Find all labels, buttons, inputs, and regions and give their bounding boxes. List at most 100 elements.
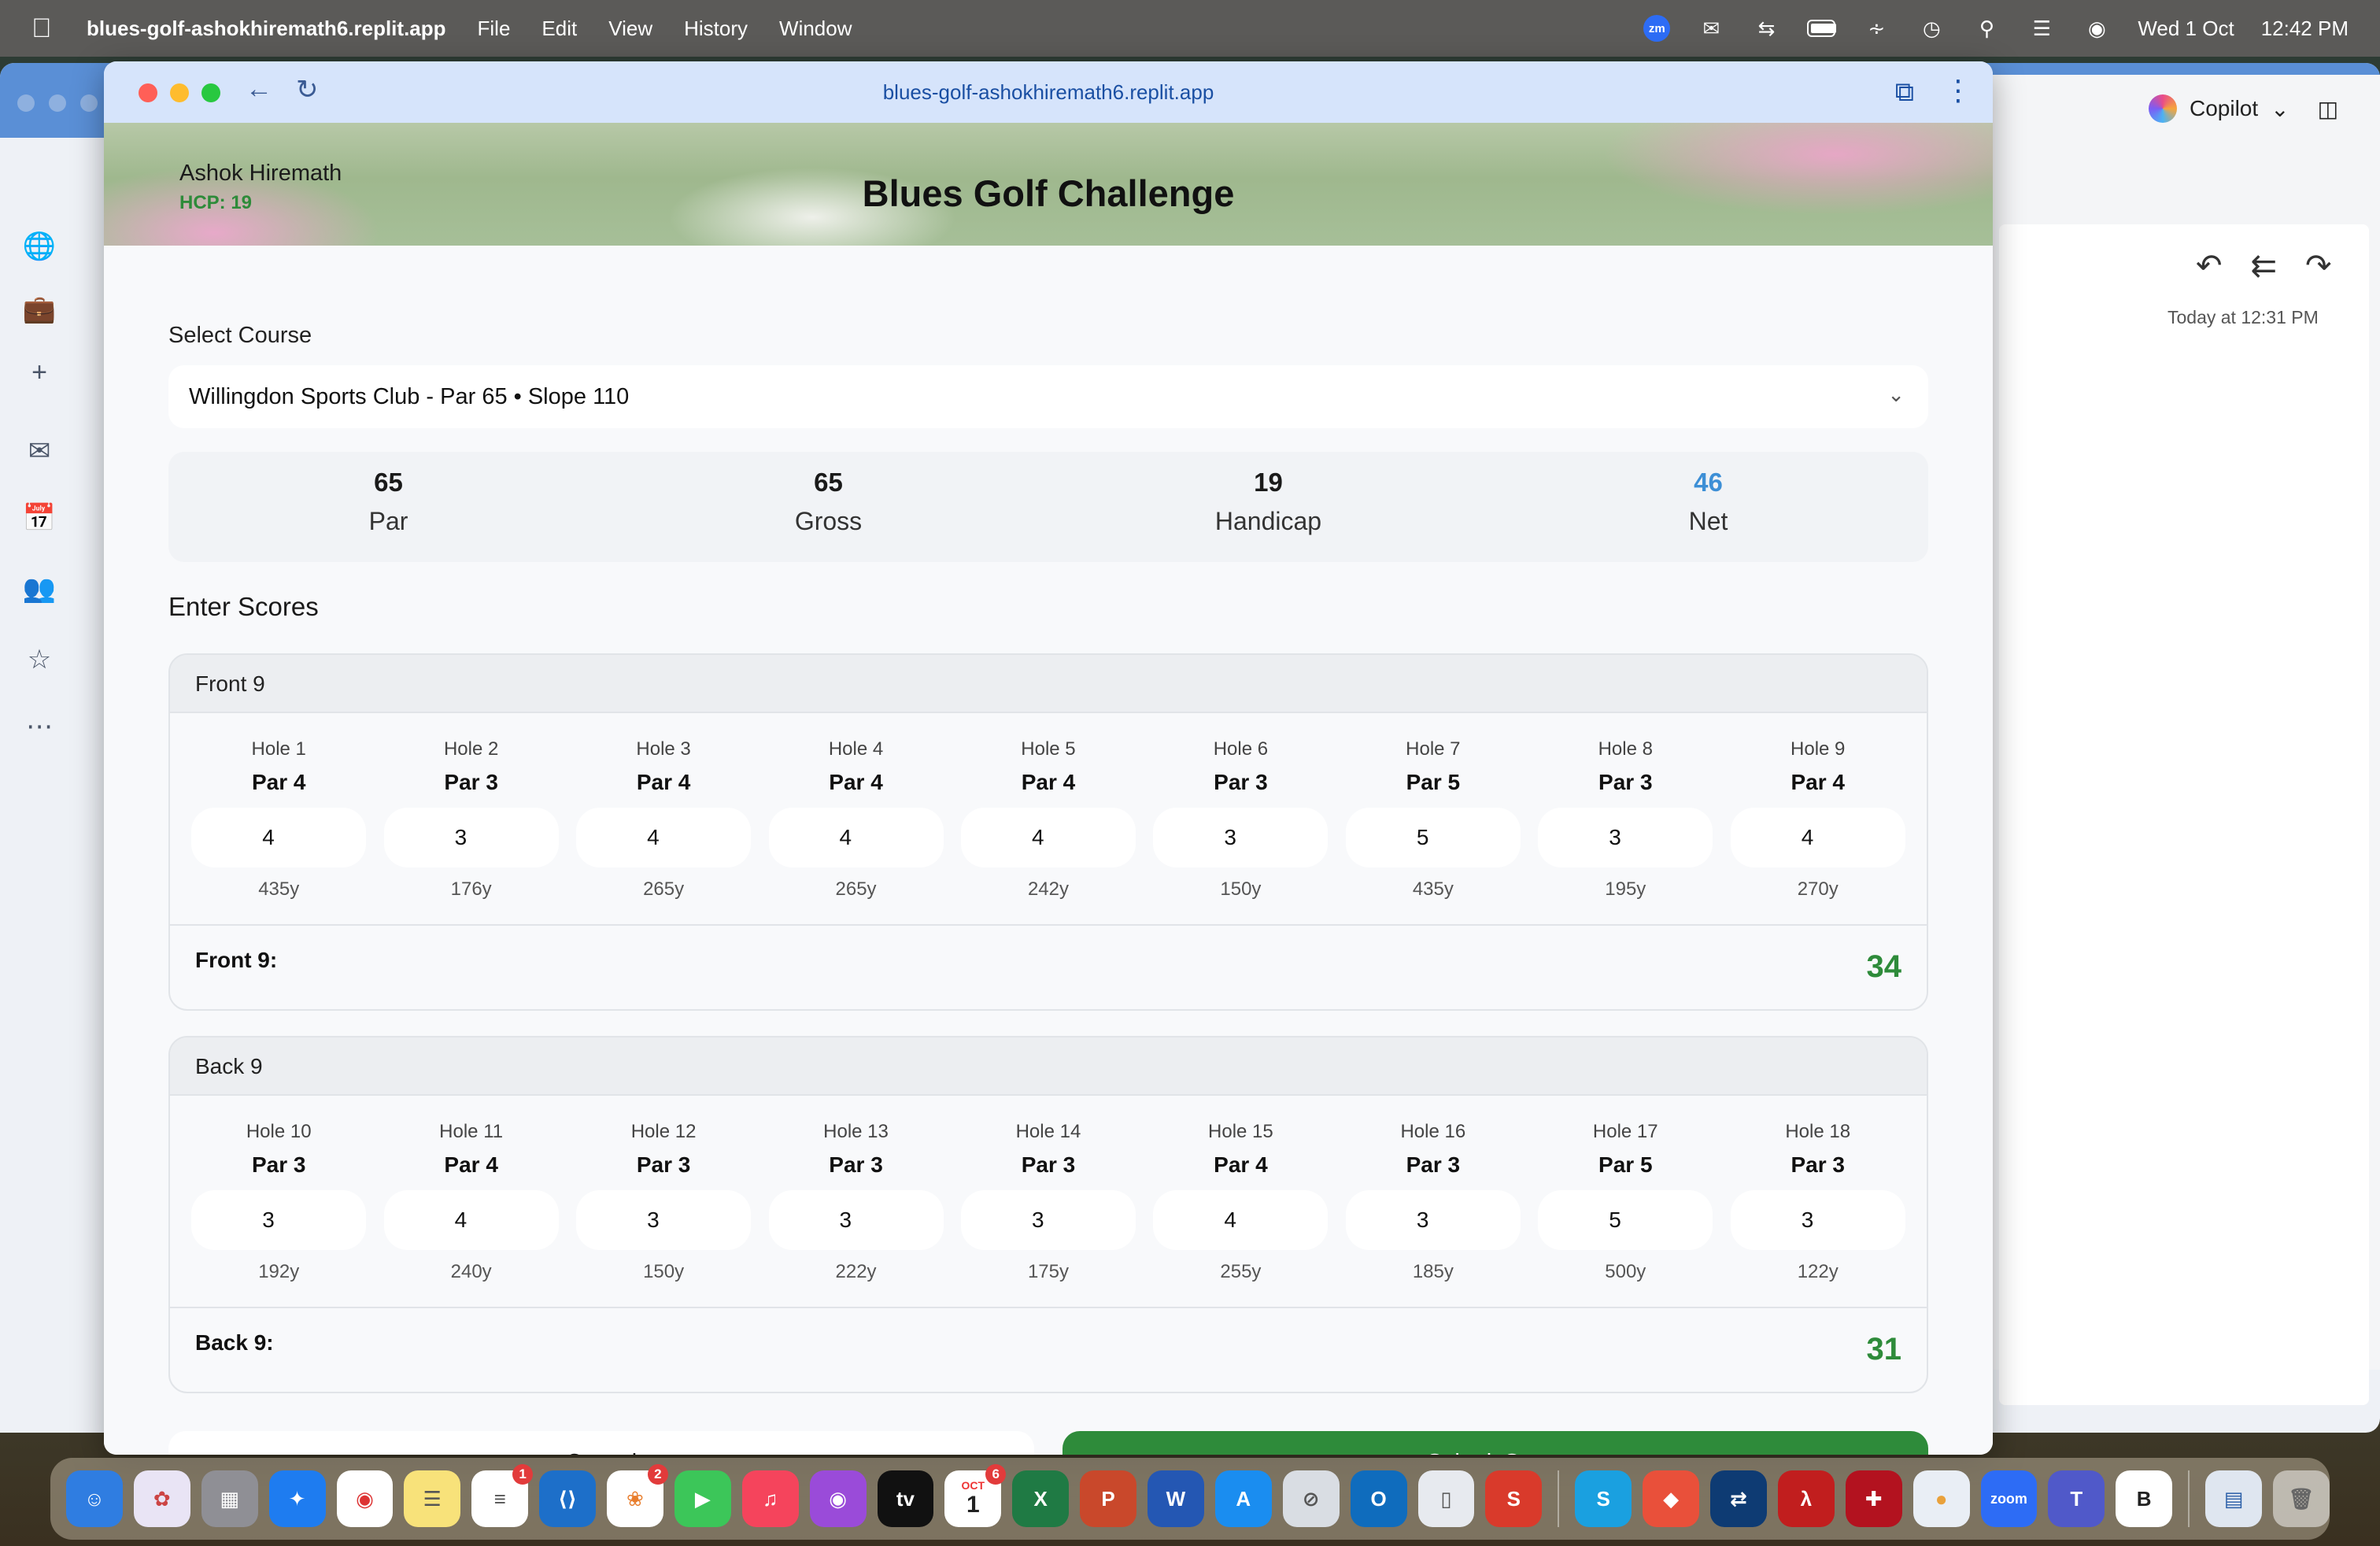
trash-icon[interactable]: 🗑 xyxy=(2273,1470,2330,1527)
wifi-icon[interactable]: ∻ xyxy=(1862,17,1890,40)
more-icon[interactable]: ⋯ xyxy=(17,705,61,749)
safari-icon[interactable]: ✦ xyxy=(268,1470,326,1527)
skype-icon[interactable]: S xyxy=(1575,1470,1632,1527)
hole-name: Hole 1 xyxy=(251,738,306,760)
photos-icon[interactable]: ❀ 2 xyxy=(607,1464,668,1527)
hole-par: Par 5 xyxy=(1598,1152,1653,1177)
hole-yardage: 270y xyxy=(1797,878,1839,900)
window-preview-icon[interactable]: ▤ xyxy=(2205,1470,2262,1527)
facetime-icon[interactable]: ▶ xyxy=(674,1470,731,1527)
add-icon[interactable]: + xyxy=(17,350,61,394)
course-select[interactable]: Willingdon Sports Club - Par 65 • Slope … xyxy=(168,365,1928,428)
menu-file[interactable]: File xyxy=(478,17,511,41)
dock-separator xyxy=(1558,1470,1560,1527)
address-bar[interactable]: blues-golf-ashokhiremath6.replit.app xyxy=(104,80,1993,105)
hole-score-input[interactable]: 4 xyxy=(383,1190,559,1250)
launchpad-icon[interactable]: ▦ xyxy=(201,1470,258,1527)
apple-tv-icon[interactable]: tv xyxy=(877,1470,934,1527)
hole-score-input[interactable]: 3 xyxy=(1345,1190,1521,1250)
outlook-app-rail: 🌐 💼 + ✉ 📅 👥 ☆ ⋯ xyxy=(0,138,79,1433)
chrome-icon[interactable]: ◉ xyxy=(336,1470,394,1527)
hole-score-input[interactable]: 4 xyxy=(576,808,752,867)
blocked-app-icon[interactable]: ⊘ xyxy=(1282,1470,1340,1527)
zoom-status-icon[interactable]: zm xyxy=(1643,15,1671,42)
hole-score-input[interactable]: 4 xyxy=(1730,808,1905,867)
hole-par: Par 4 xyxy=(636,770,691,794)
zoom-app-icon[interactable]: zoom xyxy=(1980,1470,2038,1527)
course-select-label: Select Course xyxy=(168,323,312,348)
reload-icon[interactable]: ↻ xyxy=(296,74,319,105)
copilot-button[interactable]: Copilot ⌄ ◫ xyxy=(2149,94,2338,123)
anydesk-icon[interactable]: ◆ xyxy=(1643,1470,1699,1527)
b-app-icon[interactable]: B xyxy=(2116,1470,2173,1527)
menu-edit[interactable]: Edit xyxy=(541,17,577,41)
briefcase-icon[interactable]: 💼 xyxy=(17,287,61,331)
control-center-icon[interactable]: ☰ xyxy=(2027,17,2056,40)
calendar-icon[interactable]: 📅 xyxy=(17,496,61,540)
acrobat-icon[interactable]: λ xyxy=(1777,1470,1835,1527)
globe-icon[interactable]: 🌐 xyxy=(17,224,61,268)
hole-score-input[interactable]: 3 xyxy=(383,808,559,867)
summary-par-value: 65 xyxy=(374,468,403,497)
remote-status-icon[interactable]: ⇆ xyxy=(1752,17,1780,40)
hole-score-input[interactable]: 3 xyxy=(191,1190,367,1250)
passwords-icon[interactable]: ● xyxy=(1913,1470,1970,1527)
hole-score-input[interactable]: 5 xyxy=(1538,1190,1713,1250)
hole-score-input[interactable]: 3 xyxy=(960,1190,1136,1250)
browser-menu-icon[interactable]: ⋮ xyxy=(1944,74,1972,107)
autocad-icon[interactable]: ✚ xyxy=(1845,1470,1902,1527)
star-icon[interactable]: ☆ xyxy=(17,638,61,682)
submit-score-button[interactable]: Submit Score xyxy=(1062,1431,1928,1455)
apple-icon[interactable]:  xyxy=(31,13,63,44)
hole-score-input[interactable]: 3 xyxy=(768,1190,944,1250)
teams-icon[interactable]: T xyxy=(2048,1470,2105,1527)
hole-score-input[interactable]: 3 xyxy=(576,1190,752,1250)
hole-score-input[interactable]: 3 xyxy=(1730,1190,1905,1250)
panel-toggle-icon[interactable]: ◫ xyxy=(2318,96,2338,122)
hole-score-input[interactable]: 3 xyxy=(1153,808,1329,867)
copilot-app-icon[interactable]: ✿ xyxy=(133,1470,190,1527)
reply-icon[interactable]: ↶ xyxy=(2196,248,2223,284)
hole-score-input[interactable]: 4 xyxy=(960,808,1136,867)
siri-icon[interactable]: ◉ xyxy=(2082,17,2111,40)
reminders-icon[interactable]: ≡ 1 xyxy=(471,1464,534,1527)
people-icon[interactable]: 👥 xyxy=(17,567,61,611)
hole-score-input[interactable]: 5 xyxy=(1345,808,1521,867)
outlook-status-icon[interactable]: ✉ xyxy=(1697,17,1725,40)
mail-icon[interactable]: ✉ xyxy=(17,429,61,473)
hole-cell: Hole 1 Par 4 4 435y xyxy=(183,713,375,924)
hole-score-input[interactable]: 4 xyxy=(191,808,367,867)
sketchup-icon[interactable]: S xyxy=(1485,1470,1543,1527)
menu-history[interactable]: History xyxy=(684,17,748,41)
extension-icon[interactable]: ⧉ xyxy=(1895,77,1914,108)
hole-yardage: 265y xyxy=(835,878,877,900)
music-icon[interactable]: ♫ xyxy=(741,1470,799,1527)
hole-score-input[interactable]: 4 xyxy=(768,808,944,867)
active-app-name[interactable]: blues-golf-ashokhiremath6.replit.app xyxy=(87,17,446,41)
outlook-icon[interactable]: O xyxy=(1350,1470,1407,1527)
cancel-button[interactable]: Cancel xyxy=(168,1431,1034,1455)
menu-bar-time[interactable]: 12:42 PM xyxy=(2261,17,2349,41)
word-icon[interactable]: W xyxy=(1148,1470,1204,1527)
time-machine-icon[interactable]: ◷ xyxy=(1917,17,1946,40)
app-store-icon[interactable]: A xyxy=(1214,1470,1272,1527)
powerpoint-icon[interactable]: P xyxy=(1080,1470,1136,1527)
reply-all-icon[interactable]: ⇇ xyxy=(2251,248,2278,284)
back-arrow-icon[interactable]: ← xyxy=(246,74,272,105)
vscode-icon[interactable]: ⟨⟩ xyxy=(539,1470,596,1527)
menu-view[interactable]: View xyxy=(608,17,652,41)
forward-icon[interactable]: ↷ xyxy=(2305,248,2332,284)
podcasts-icon[interactable]: ◉ xyxy=(809,1470,867,1527)
menu-window[interactable]: Window xyxy=(779,17,852,41)
battery-icon[interactable] xyxy=(1807,17,1837,40)
calendar-app-icon[interactable]: OCT 1 6 xyxy=(944,1464,1007,1527)
excel-icon[interactable]: X xyxy=(1012,1470,1070,1527)
hole-score-input[interactable]: 4 xyxy=(1153,1190,1329,1250)
notes-icon[interactable]: ☰ xyxy=(404,1470,461,1527)
teamviewer-icon[interactable]: ⇄ xyxy=(1710,1470,1767,1527)
menu-bar-date[interactable]: Wed 1 Oct xyxy=(2138,17,2234,41)
hole-score-input[interactable]: 3 xyxy=(1538,808,1713,867)
iphone-mirroring-icon[interactable]: ▯ xyxy=(1417,1470,1475,1527)
finder-icon[interactable]: ☺ xyxy=(66,1470,123,1527)
spotlight-search-icon[interactable]: ⚲ xyxy=(1972,17,2001,40)
